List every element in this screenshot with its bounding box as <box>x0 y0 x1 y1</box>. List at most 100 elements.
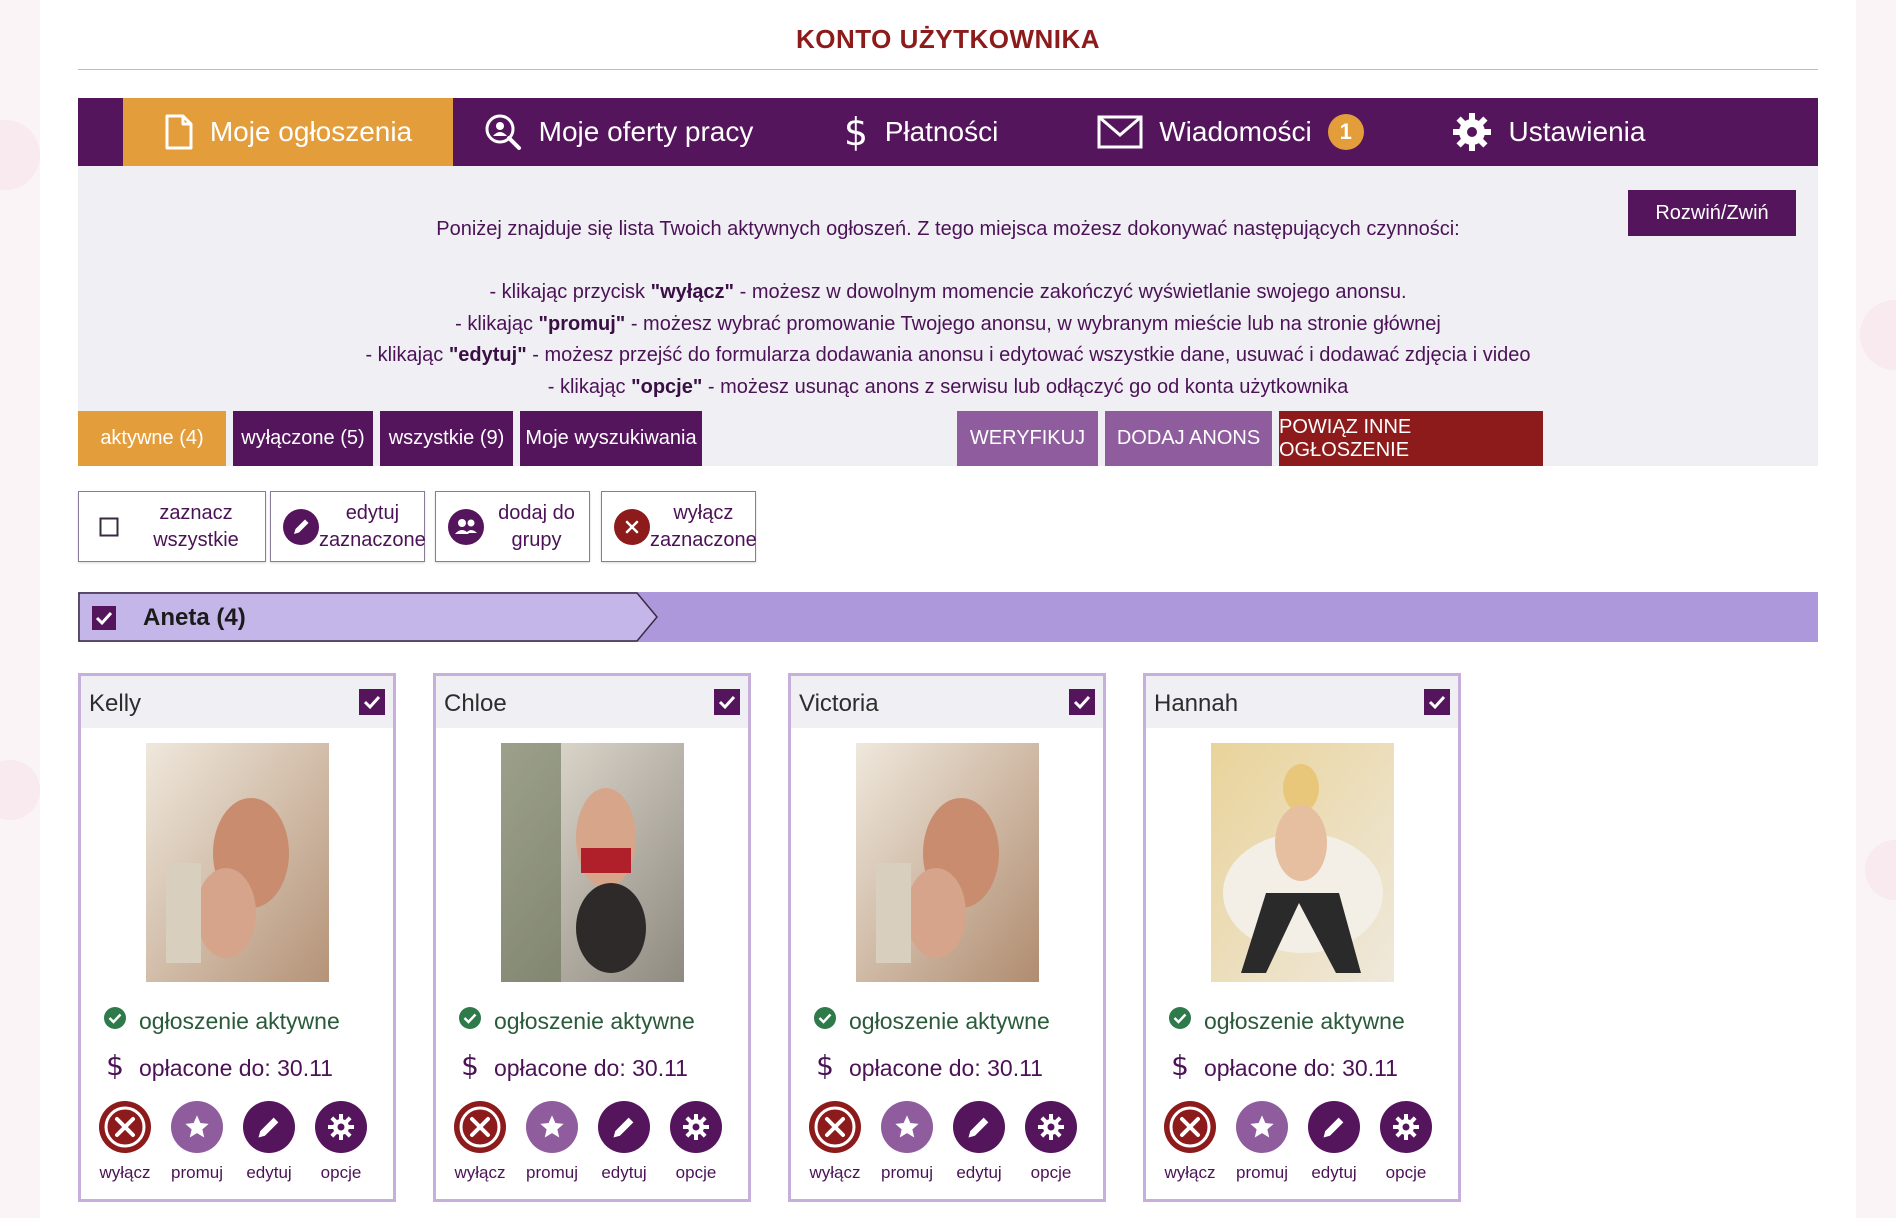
ad-options-button[interactable]: opcje <box>1380 1101 1432 1183</box>
card-header: Victoria <box>791 676 1103 728</box>
dollar-icon: $ <box>813 1049 849 1086</box>
edit-ad-button[interactable]: edytuj <box>953 1101 1005 1183</box>
nav-tab-label: Płatności <box>884 116 999 147</box>
card-name: Chloe <box>444 690 507 717</box>
title-divider <box>78 69 1818 70</box>
verify-button[interactable]: WERYFIKUJ <box>957 411 1098 466</box>
paid-until: $ opłacone do: 30.11 <box>103 1049 333 1086</box>
ad-options-button[interactable]: opcje <box>670 1101 722 1183</box>
edit-ad-button[interactable]: edytuj <box>243 1101 295 1183</box>
envelope-icon <box>1097 115 1143 149</box>
page-title: KONTO UŻYTKOWNIKA <box>795 24 1101 54</box>
svg-text:$: $ <box>844 111 868 153</box>
search-person-icon <box>483 112 523 152</box>
tool-label: zaznacz wszystkie <box>153 501 239 551</box>
card-name: Hannah <box>1154 690 1239 717</box>
close-icon <box>809 1101 861 1153</box>
check-circle-icon <box>813 1006 849 1036</box>
card-checkbox[interactable] <box>1424 689 1450 715</box>
info-line-options: - klikając "opcje" - możesz usunąc anons… <box>547 375 1349 398</box>
card-header: Kelly <box>81 676 393 728</box>
info-line-edit: - klikając "edytuj" - możesz przejść do … <box>365 344 1531 366</box>
paid-until: $ opłacone do: 30.11 <box>813 1049 1043 1086</box>
gear-icon <box>1380 1101 1432 1153</box>
card-name: Victoria <box>799 690 879 717</box>
filter-disabled-tab[interactable]: wyłączone (5) <box>233 411 373 466</box>
check-circle-icon <box>458 1006 494 1036</box>
svg-text:$: $ <box>106 1050 124 1080</box>
disable-ad-button[interactable]: wyłącz <box>454 1101 506 1183</box>
promote-ad-button[interactable]: promuj <box>171 1101 223 1183</box>
pencil-icon <box>598 1101 650 1153</box>
ad-photo[interactable] <box>856 743 1039 982</box>
nav-tab-payments[interactable]: $ Płatności <box>783 98 1058 166</box>
group-checkbox[interactable] <box>90 604 118 632</box>
background-decoration <box>1865 840 1896 900</box>
link-other-ad-button[interactable]: POWIĄZ INNE OGŁOSZENIE <box>1279 411 1543 466</box>
nav-tab-job-offers[interactable]: Moje oferty pracy <box>453 98 783 166</box>
gear-icon <box>670 1101 722 1153</box>
disable-ad-button[interactable]: wyłącz <box>1164 1101 1216 1183</box>
card-actions: wyłącz promuj edytuj opcje <box>99 1101 367 1183</box>
edit-selected-button[interactable]: edytuj zaznaczone <box>270 491 426 562</box>
promote-ad-button[interactable]: promuj <box>1236 1101 1288 1183</box>
card-checkbox[interactable] <box>714 689 740 715</box>
ad-photo[interactable] <box>501 743 684 982</box>
dollar-icon: $ <box>103 1049 139 1086</box>
check-circle-icon <box>1168 1006 1204 1036</box>
ad-card: Victoria ogłoszenie aktywne $ opłacone d… <box>788 673 1106 1202</box>
card-header: Chloe <box>436 676 748 728</box>
star-icon <box>1236 1101 1288 1153</box>
promote-ad-button[interactable]: promuj <box>881 1101 933 1183</box>
gear-icon <box>1025 1101 1077 1153</box>
ad-card: Chloe ogłoszenie aktywne $ opłacone do: … <box>433 673 751 1202</box>
nav-tab-my-ads[interactable]: Moje ogłoszenia <box>123 98 453 166</box>
account-page: KONTO UŻYTKOWNIKA Moje ogłoszenia Moje o… <box>40 0 1856 1218</box>
pencil-icon <box>953 1101 1005 1153</box>
info-text: Poniżej znajduje się lista Twoich aktywn… <box>78 214 1818 403</box>
filter-all-tab[interactable]: wszystkie (9) <box>380 411 513 466</box>
document-icon <box>164 113 194 151</box>
status-active: ogłoszenie aktywne <box>103 1006 340 1036</box>
ad-options-button[interactable]: opcje <box>315 1101 367 1183</box>
ad-photo[interactable] <box>146 743 329 982</box>
nav-tab-settings[interactable]: Ustawienia <box>1403 98 1693 166</box>
unread-count-badge: 1 <box>1327 114 1364 150</box>
filter-active-tab[interactable]: aktywne (4) <box>78 411 226 466</box>
add-ad-button[interactable]: DODAJ ANONS <box>1105 411 1272 466</box>
dollar-icon: $ <box>458 1049 494 1086</box>
dollar-icon: $ <box>843 111 869 153</box>
promote-ad-button[interactable]: promuj <box>526 1101 578 1183</box>
card-header: Hannah <box>1146 676 1458 728</box>
nav-tab-label: Moje oferty pracy <box>538 116 754 147</box>
check-circle-icon <box>103 1006 139 1036</box>
group-users-icon <box>448 508 484 545</box>
disable-selected-button[interactable]: wyłącz zaznaczone <box>601 491 757 562</box>
gear-icon <box>315 1101 367 1153</box>
card-actions: wyłącz promuj edytuj opcje <box>809 1101 1077 1183</box>
background-decoration <box>0 120 40 190</box>
card-name: Kelly <box>89 690 142 717</box>
star-icon <box>171 1101 223 1153</box>
ad-card: Kelly ogłoszenie aktywne $ opłacone do: … <box>78 673 396 1202</box>
nav-tab-messages[interactable]: Wiadomości 1 <box>1058 98 1403 166</box>
card-checkbox[interactable] <box>1069 689 1095 715</box>
disable-ad-button[interactable]: wyłącz <box>99 1101 151 1183</box>
card-checkbox[interactable] <box>359 689 385 715</box>
disable-ad-button[interactable]: wyłącz <box>809 1101 861 1183</box>
status-active: ogłoszenie aktywne <box>458 1006 695 1036</box>
tool-label: dodaj do grupy <box>498 501 575 551</box>
star-icon <box>526 1101 578 1153</box>
ad-options-button[interactable]: opcje <box>1025 1101 1077 1183</box>
add-to-group-button[interactable]: dodaj do grupy <box>435 491 590 562</box>
edit-ad-button[interactable]: edytuj <box>1308 1101 1360 1183</box>
paid-until: $ opłacone do: 30.11 <box>458 1049 688 1086</box>
ad-photo[interactable] <box>1211 743 1394 982</box>
status-active: ogłoszenie aktywne <box>1168 1006 1405 1036</box>
my-searches-tab[interactable]: Moje wyszukiwania <box>520 411 702 466</box>
tool-label: wyłącz zaznaczone <box>650 501 757 551</box>
edit-ad-button[interactable]: edytuj <box>598 1101 650 1183</box>
select-all-button[interactable]: zaznacz wszystkie <box>78 491 266 562</box>
dollar-icon: $ <box>1168 1049 1204 1086</box>
